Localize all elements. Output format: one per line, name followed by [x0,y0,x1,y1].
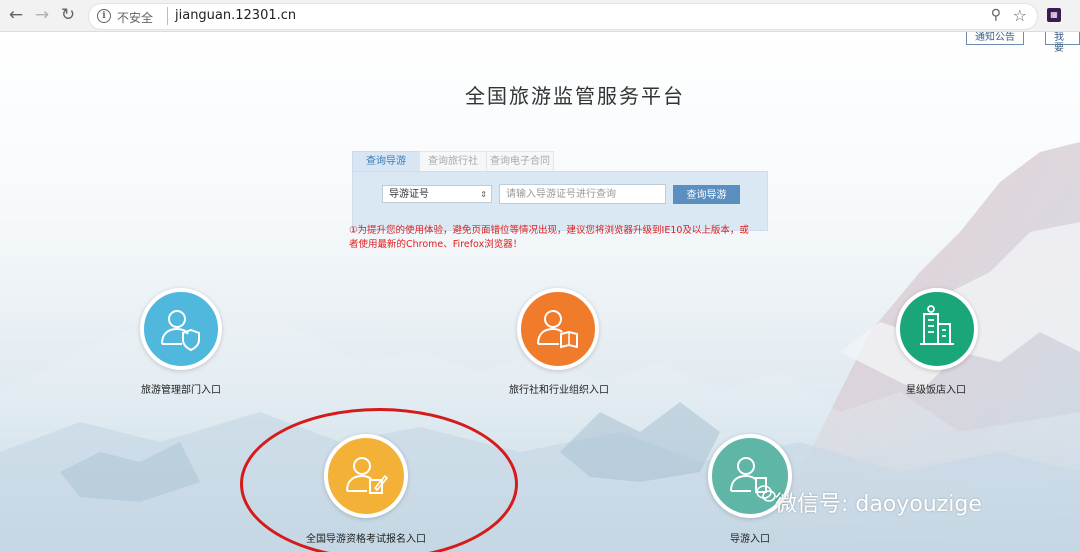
entry-label: 旅游管理部门入口 [141,385,221,396]
hotel-building-icon [896,288,978,370]
entry-star-hotel[interactable]: 星级饭店入口 [896,288,986,398]
chevron-updown-icon: ⇕ [480,190,487,199]
url-text[interactable]: jianguan.12301.cn [175,8,296,23]
notice-link[interactable]: 通知公告 [966,32,1024,45]
page-content: 通知公告 我要 全国旅游监管服务平台 查询导游 查询旅行社 查询电子合同 导游证… [0,32,1080,552]
watermark-text: 微信号: daoyouzige [775,492,982,517]
entry-travel-agency[interactable]: 旅行社和行业组织入口 [509,288,632,398]
admin-shield-icon [140,288,222,370]
entry-label: 星级饭店入口 [906,385,966,396]
star-icon[interactable]: ☆ [1013,6,1027,25]
forward-icon[interactable]: → [30,3,54,27]
highlight-ellipse [240,408,518,552]
info-icon[interactable]: i [97,9,111,23]
agency-book-icon [517,288,599,370]
entry-label: 导游入口 [730,534,770,545]
address-bar[interactable]: i 不安全 jianguan.12301.cn ⚲ ☆ [88,3,1038,30]
select-value: 导游证号 [389,189,429,200]
entry-label: 旅行社和行业组织入口 [509,385,609,396]
tab-query-guide[interactable]: 查询导游 [352,151,420,172]
tab-query-contract[interactable]: 查询电子合同 [486,151,554,172]
extension-icon[interactable]: ▦ [1047,8,1061,22]
security-label: 不安全 [117,11,154,25]
tab-query-agency[interactable]: 查询旅行社 [419,151,487,172]
divider [167,7,168,25]
page-title: 全国旅游监管服务平台 [465,84,685,108]
wechat-icon [756,485,776,502]
browser-toolbar: ← → ↻ i 不安全 jianguan.12301.cn ⚲ ☆ ▦ [0,0,1080,32]
back-icon[interactable]: ← [4,3,28,27]
entry-tourism-admin[interactable]: 旅游管理部门入口 [136,288,226,398]
reload-icon[interactable]: ↻ [56,3,80,27]
search-button[interactable]: 查询导游 [673,185,740,204]
browser-notice: ①为提升您的使用体验，避免页面错位等情况出现，建议您将浏览器升级到IE10及以上… [349,225,749,250]
search-panel: 导游证号 ⇕ 查询导游 [352,171,768,231]
search-input[interactable] [499,184,666,204]
my-link[interactable]: 我要 [1045,32,1080,54]
zoom-icon[interactable]: ⚲ [991,7,1001,23]
search-type-select[interactable]: 导游证号 ⇕ [382,185,492,203]
